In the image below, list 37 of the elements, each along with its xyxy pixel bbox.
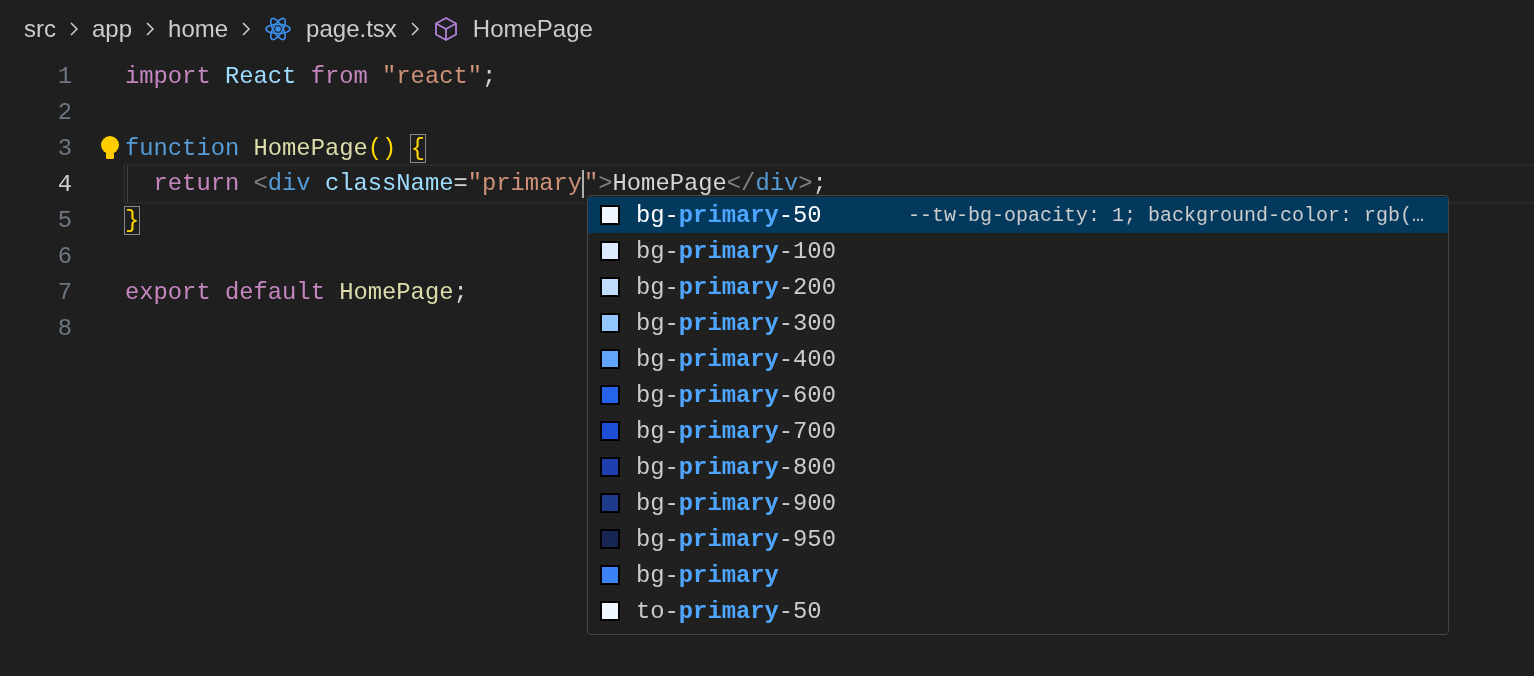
line-number: 8 xyxy=(56,314,72,342)
line-number: 6 xyxy=(56,242,72,270)
suggestion-item[interactable]: bg-primary-900 xyxy=(588,485,1448,521)
suggestion-item[interactable]: bg-primary-50 --tw-bg-opacity: 1; background-color: rgb(… xyxy=(588,197,1448,233)
code-line: return <div className="primary">HomePage</div>; xyxy=(152,170,827,198)
suggestion-item[interactable]: to-primary-50 xyxy=(588,593,1448,629)
chevron-icon xyxy=(408,21,421,37)
code-line: import React from "react"; xyxy=(125,62,497,90)
atom-icon xyxy=(264,15,293,43)
chevron-icon xyxy=(68,21,80,37)
lightbulb-icon[interactable] xyxy=(99,135,121,161)
line-number: 1 xyxy=(56,62,72,90)
cube-icon xyxy=(432,16,459,42)
breadcrumb-item[interactable]: home xyxy=(168,15,229,43)
line-number: 5 xyxy=(56,206,72,234)
chevron-icon xyxy=(240,21,253,37)
suggestion-item[interactable]: bg-primary xyxy=(588,557,1448,593)
suggestion-item[interactable]: bg-primary-700 xyxy=(588,413,1448,449)
line-number: 3 xyxy=(56,134,72,162)
suggestion-item[interactable]: bg-primary-300 xyxy=(588,305,1448,341)
line-number: 2 xyxy=(56,98,72,126)
code-line: export default HomePage; xyxy=(125,278,468,306)
breadcrumb-item[interactable]: app xyxy=(92,15,133,43)
line-number: 7 xyxy=(56,278,72,306)
chevron-icon xyxy=(144,21,157,37)
line-number: 4 xyxy=(56,170,72,198)
suggestion-item[interactable]: bg-primary-600 xyxy=(588,377,1448,413)
suggestion-item[interactable]: bg-primary-100 xyxy=(588,233,1448,269)
suggestion-item[interactable]: bg-primary-800 xyxy=(588,449,1448,485)
breadcrumb-item[interactable]: page.tsx xyxy=(306,15,397,43)
breadcrumb-item[interactable]: src xyxy=(24,15,56,43)
suggestion-item[interactable]: bg-primary-950 xyxy=(588,521,1448,557)
code-line: } xyxy=(125,206,140,234)
suggestion-item[interactable]: bg-primary-400 xyxy=(588,341,1448,377)
breadcrumb-item[interactable]: HomePage xyxy=(472,15,593,43)
suggestion-item[interactable]: bg-primary-200 xyxy=(588,269,1448,305)
code-line: function HomePage() { xyxy=(125,134,425,162)
